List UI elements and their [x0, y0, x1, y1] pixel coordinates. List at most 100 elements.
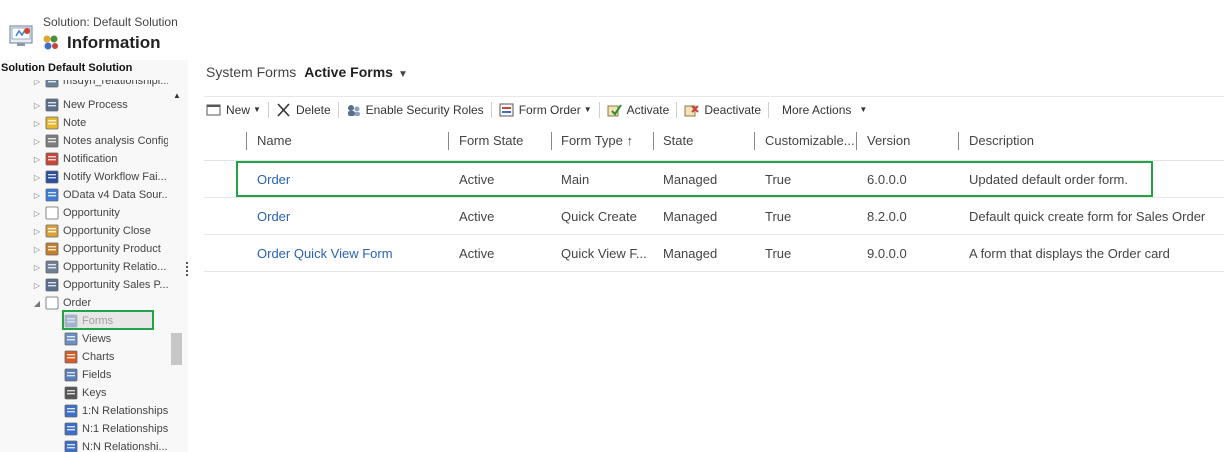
column-resize-handle[interactable]: [958, 132, 959, 150]
chevron-down-icon[interactable]: ▼: [398, 69, 408, 80]
tree-item-label: New Process: [63, 99, 128, 111]
more-actions-button[interactable]: More Actions ▼: [782, 99, 867, 121]
tree-subitem-n-1-relationships[interactable]: N:1 Relationships: [64, 420, 168, 438]
expand-arrow-icon[interactable]: ▷: [33, 155, 41, 164]
column-header[interactable]: Description: [969, 133, 1034, 148]
tree-item[interactable]: ▷ OData v4 Data Sour...: [33, 186, 168, 204]
new-dropdown-icon[interactable]: ▼: [253, 105, 261, 114]
expand-arrow-icon[interactable]: ▷: [33, 227, 41, 236]
tree-item-label: Opportunity: [63, 207, 120, 219]
grid-header-row: Name Form State Form Type ↑ State Customizab…: [204, 124, 1224, 161]
tree-subitem-fields[interactable]: Fields: [64, 366, 111, 384]
view-selector[interactable]: System Forms Active Forms ▼: [206, 64, 408, 80]
opportunity-icon: [45, 206, 59, 220]
expand-arrow-icon[interactable]: ▷: [33, 119, 41, 128]
expand-arrow-icon[interactable]: ▷: [33, 263, 41, 272]
tree-subitem-views[interactable]: Views: [64, 330, 111, 348]
keys-icon: [64, 386, 78, 400]
column-resize-handle[interactable]: [653, 132, 654, 150]
form-name-link[interactable]: Order: [257, 209, 290, 224]
tree-item-label: msdyn_relationshipi...: [63, 80, 168, 87]
collapse-arrow-icon[interactable]: ◢: [33, 299, 41, 308]
tree-item-label: Opportunity Product: [63, 243, 161, 255]
tree-item[interactable]: ▷ msdyn_relationshipi...: [33, 80, 168, 90]
more-actions-dropdown-icon[interactable]: ▼: [859, 105, 867, 114]
deactivate-button[interactable]: Deactivate: [684, 99, 761, 121]
tree-item[interactable]: ▷ Notification: [33, 150, 117, 168]
view-name[interactable]: Active Forms: [304, 64, 393, 80]
column-header[interactable]: Form Type ↑: [561, 133, 633, 148]
tree-item[interactable]: ▷ Opportunity Close: [33, 222, 151, 240]
expand-arrow-icon[interactable]: ▷: [33, 80, 41, 86]
column-resize-handle[interactable]: [551, 132, 552, 150]
tree-subitem-label: Charts: [82, 351, 115, 363]
tree-item-label: OData v4 Data Sour...: [63, 189, 168, 201]
expand-arrow-icon[interactable]: ▷: [33, 281, 41, 290]
form-order-button[interactable]: Form Order ▼: [499, 99, 592, 121]
tree-subitem-label: N:1 Relationships: [82, 423, 168, 435]
relationship-n1-icon: [64, 422, 78, 436]
table-cell: Active: [459, 209, 495, 224]
table-cell: Managed: [663, 209, 718, 224]
pane-splitter-handle[interactable]: [186, 262, 189, 282]
new-button[interactable]: New ▼: [206, 99, 261, 121]
tree-item[interactable]: ▷ New Process: [33, 96, 128, 114]
tree-item-label: Order: [63, 297, 92, 309]
activate-label: Activate: [626, 102, 670, 117]
expand-arrow-icon[interactable]: ▷: [33, 173, 41, 182]
column-resize-handle[interactable]: [246, 132, 247, 150]
tree-item-label: Notes analysis Config: [63, 135, 168, 147]
config-icon: [45, 134, 59, 148]
new-record-icon: [206, 104, 221, 115]
column-resize-handle[interactable]: [448, 132, 449, 150]
expand-arrow-icon[interactable]: ▷: [33, 209, 41, 218]
expand-arrow-icon[interactable]: ▷: [33, 137, 41, 146]
new-button-label: New: [226, 102, 251, 117]
expand-arrow-icon[interactable]: ▷: [33, 101, 41, 110]
tree-subitem-label: Views: [82, 333, 112, 345]
column-resize-handle[interactable]: [856, 132, 857, 150]
delete-button[interactable]: Delete: [276, 99, 331, 121]
tree-subitem-label: Keys: [82, 387, 107, 399]
expand-arrow-icon[interactable]: ▷: [33, 245, 41, 254]
charts-icon: [64, 350, 78, 364]
notification-icon: [45, 152, 59, 166]
column-header[interactable]: State: [663, 133, 693, 148]
column-header[interactable]: Version: [867, 133, 910, 148]
views-icon: [64, 332, 78, 346]
enable-security-roles-button[interactable]: Enable Security Roles: [346, 99, 484, 121]
tree-item[interactable]: ▷ Notify Workflow Fai...: [33, 168, 167, 186]
expand-arrow-icon[interactable]: ▷: [33, 191, 41, 200]
form-name-link[interactable]: Order Quick View Form: [257, 246, 393, 261]
tree-subitem-label: 1:N Relationships: [82, 405, 168, 417]
tree-subitem-n-n-relationshi-[interactable]: N:N Relationshi...: [64, 438, 168, 452]
column-resize-handle[interactable]: [754, 132, 755, 150]
toolbar-divider: [598, 101, 600, 118]
tree-scrollbar-thumb[interactable]: [171, 333, 182, 365]
tree-subitem-1-n-relationships[interactable]: 1:N Relationships: [64, 402, 168, 420]
tree-item[interactable]: ▷ Opportunity Product: [33, 240, 161, 258]
scroll-up-arrow-icon[interactable]: ▲: [172, 92, 182, 100]
table-row[interactable]: Order Quick View Form Active Quick View F.…: [204, 235, 1224, 272]
column-header[interactable]: Customizable...: [765, 133, 855, 148]
tree-item[interactable]: ▷ Opportunity: [33, 204, 120, 222]
solution-title: Solution: Default Solution: [43, 15, 178, 29]
activate-button[interactable]: Activate: [607, 99, 670, 121]
column-header[interactable]: Name: [257, 133, 292, 148]
tree-item[interactable]: ▷ Opportunity Sales P...: [33, 276, 168, 294]
solution-tree: ▷ msdyn_relationshipi... ▷ New Process ▷ Note…: [0, 80, 168, 452]
deactivate-label: Deactivate: [704, 102, 762, 117]
tree-subitem-label: Fields: [82, 369, 112, 381]
tree-subitem-keys[interactable]: Keys: [64, 384, 106, 402]
table-row[interactable]: Order Active Quick Create Managed True 8.2.0.…: [204, 198, 1224, 235]
column-header[interactable]: Form State: [459, 133, 523, 148]
tree-item[interactable]: ▷ Note: [33, 114, 86, 132]
tree-item[interactable]: ▷ Opportunity Relatio...: [33, 258, 166, 276]
command-bar: New ▼ Delete Enable Security Roles Form …: [204, 96, 1224, 122]
opportunity-close-icon: [45, 224, 59, 238]
tree-item-label: Opportunity Relatio...: [63, 261, 167, 273]
table-cell: Default quick create form for Sales Orde…: [969, 209, 1206, 224]
tree-subitem-charts[interactable]: Charts: [64, 348, 114, 366]
tree-item[interactable]: ▷ Notes analysis Config: [33, 132, 168, 150]
form-order-dropdown-icon[interactable]: ▼: [584, 105, 592, 114]
